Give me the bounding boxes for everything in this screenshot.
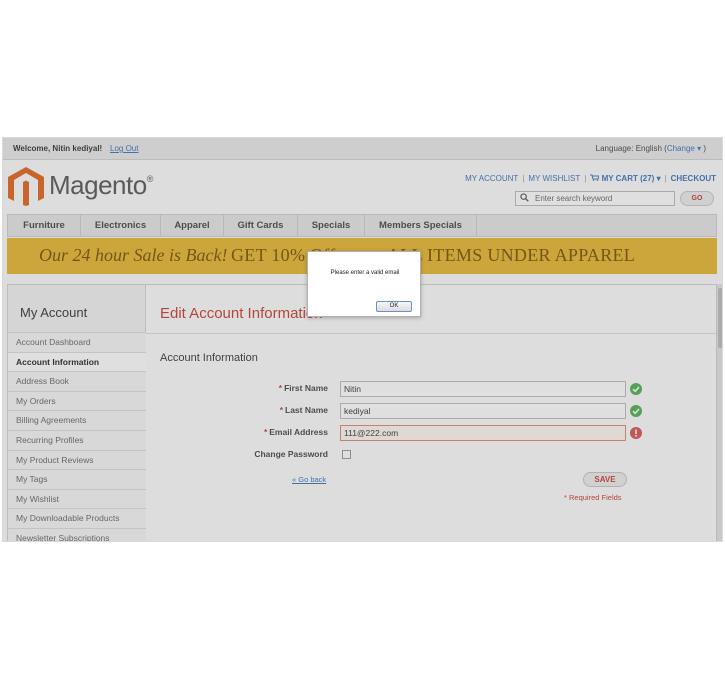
browser-viewport: Welcome, Nitin kediyal! Log Out Language… — [2, 137, 723, 542]
alert-dialog: Please enter a valid email OK — [307, 251, 421, 317]
alert-message: Please enter a valid email — [330, 270, 400, 276]
modal-overlay — [3, 138, 722, 541]
alert-ok-button[interactable]: OK — [376, 301, 412, 312]
